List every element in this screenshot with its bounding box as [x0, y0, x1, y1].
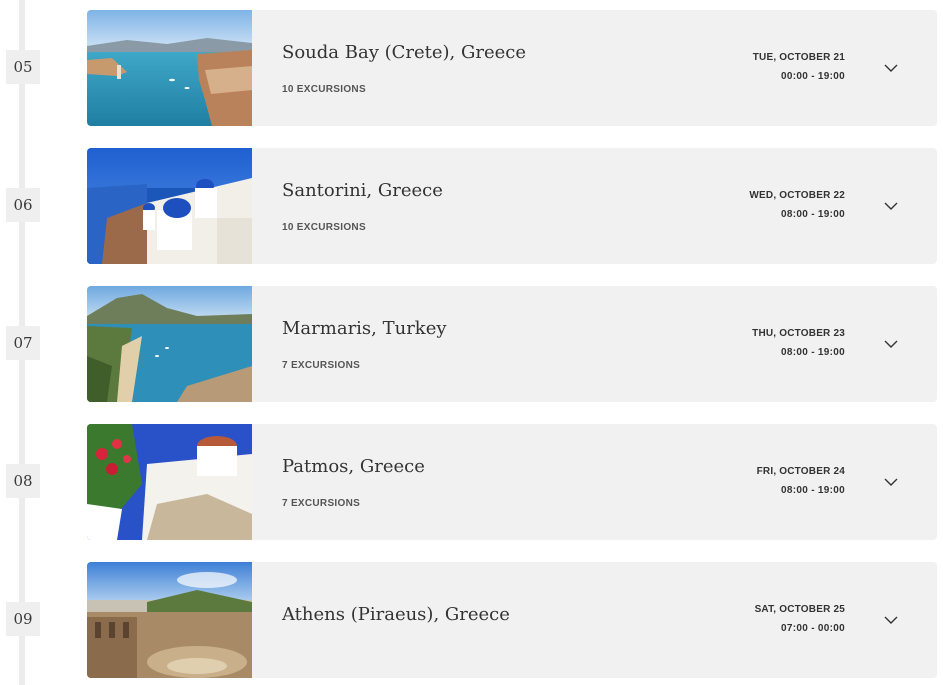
itinerary-list: 05 Souda Bay (Crete), Greece 10 EXCURSIO…: [0, 0, 943, 685]
excursions-count: 7 EXCURSIONS: [282, 360, 361, 371]
port-photo-athens: [87, 562, 252, 678]
port-card[interactable]: Santorini, Greece 10 EXCURSIONS WED, OCT…: [87, 148, 937, 264]
chevron-down-icon[interactable]: [883, 336, 899, 352]
excursions-count: 10 EXCURSIONS: [282, 84, 366, 95]
port-name: Souda Bay (Crete), Greece: [282, 42, 527, 63]
port-photo-patmos: [87, 424, 252, 540]
port-date: WED, OCTOBER 22: [749, 190, 845, 201]
chevron-down-icon[interactable]: [883, 612, 899, 628]
port-row: 08 Patmos, Greece 7 EXCURSIONS FRI, OCTO…: [0, 424, 943, 540]
port-hours: 08:00 - 19:00: [781, 347, 845, 358]
port-photo-marmaris: [87, 286, 252, 402]
port-name: Santorini, Greece: [282, 180, 443, 201]
port-hours: 07:00 - 00:00: [781, 623, 845, 634]
port-date: FRI, OCTOBER 24: [756, 466, 845, 477]
port-date: TUE, OCTOBER 21: [752, 52, 845, 63]
port-row: 05 Souda Bay (Crete), Greece 10 EXCURSIO…: [0, 10, 943, 126]
port-row: 09 Athens (Piraeus), Greece SAT, OCTOBER…: [0, 562, 943, 678]
port-card[interactable]: Marmaris, Turkey 7 EXCURSIONS THU, OCTOB…: [87, 286, 937, 402]
port-card[interactable]: Souda Bay (Crete), Greece 10 EXCURSIONS …: [87, 10, 937, 126]
port-card[interactable]: Athens (Piraeus), Greece SAT, OCTOBER 25…: [87, 562, 937, 678]
port-date: THU, OCTOBER 23: [752, 328, 845, 339]
chevron-down-icon[interactable]: [883, 474, 899, 490]
chevron-down-icon[interactable]: [883, 198, 899, 214]
port-hours: 08:00 - 19:00: [781, 209, 845, 220]
port-hours: 08:00 - 19:00: [781, 485, 845, 496]
day-number-badge: 07: [6, 326, 40, 360]
port-date: SAT, OCTOBER 25: [754, 604, 845, 615]
port-card[interactable]: Patmos, Greece 7 EXCURSIONS FRI, OCTOBER…: [87, 424, 937, 540]
port-name: Athens (Piraeus), Greece: [282, 604, 510, 625]
port-photo-souda-bay: [87, 10, 252, 126]
excursions-count: 10 EXCURSIONS: [282, 222, 366, 233]
day-number-badge: 06: [6, 188, 40, 222]
port-photo-santorini: [87, 148, 252, 264]
day-number-badge: 09: [6, 602, 40, 636]
port-name: Marmaris, Turkey: [282, 318, 447, 339]
excursions-count: 7 EXCURSIONS: [282, 498, 361, 509]
day-number-badge: 05: [6, 50, 40, 84]
chevron-down-icon[interactable]: [883, 60, 899, 76]
port-row: 07 Marmaris, Turkey 7 EXCURSIONS THU, OC…: [0, 286, 943, 402]
port-name: Patmos, Greece: [282, 456, 425, 477]
day-number-badge: 08: [6, 464, 40, 498]
port-row: 06 Santorini, Greece 10 EXCURSIONS WED, …: [0, 148, 943, 264]
port-hours: 00:00 - 19:00: [781, 71, 845, 82]
